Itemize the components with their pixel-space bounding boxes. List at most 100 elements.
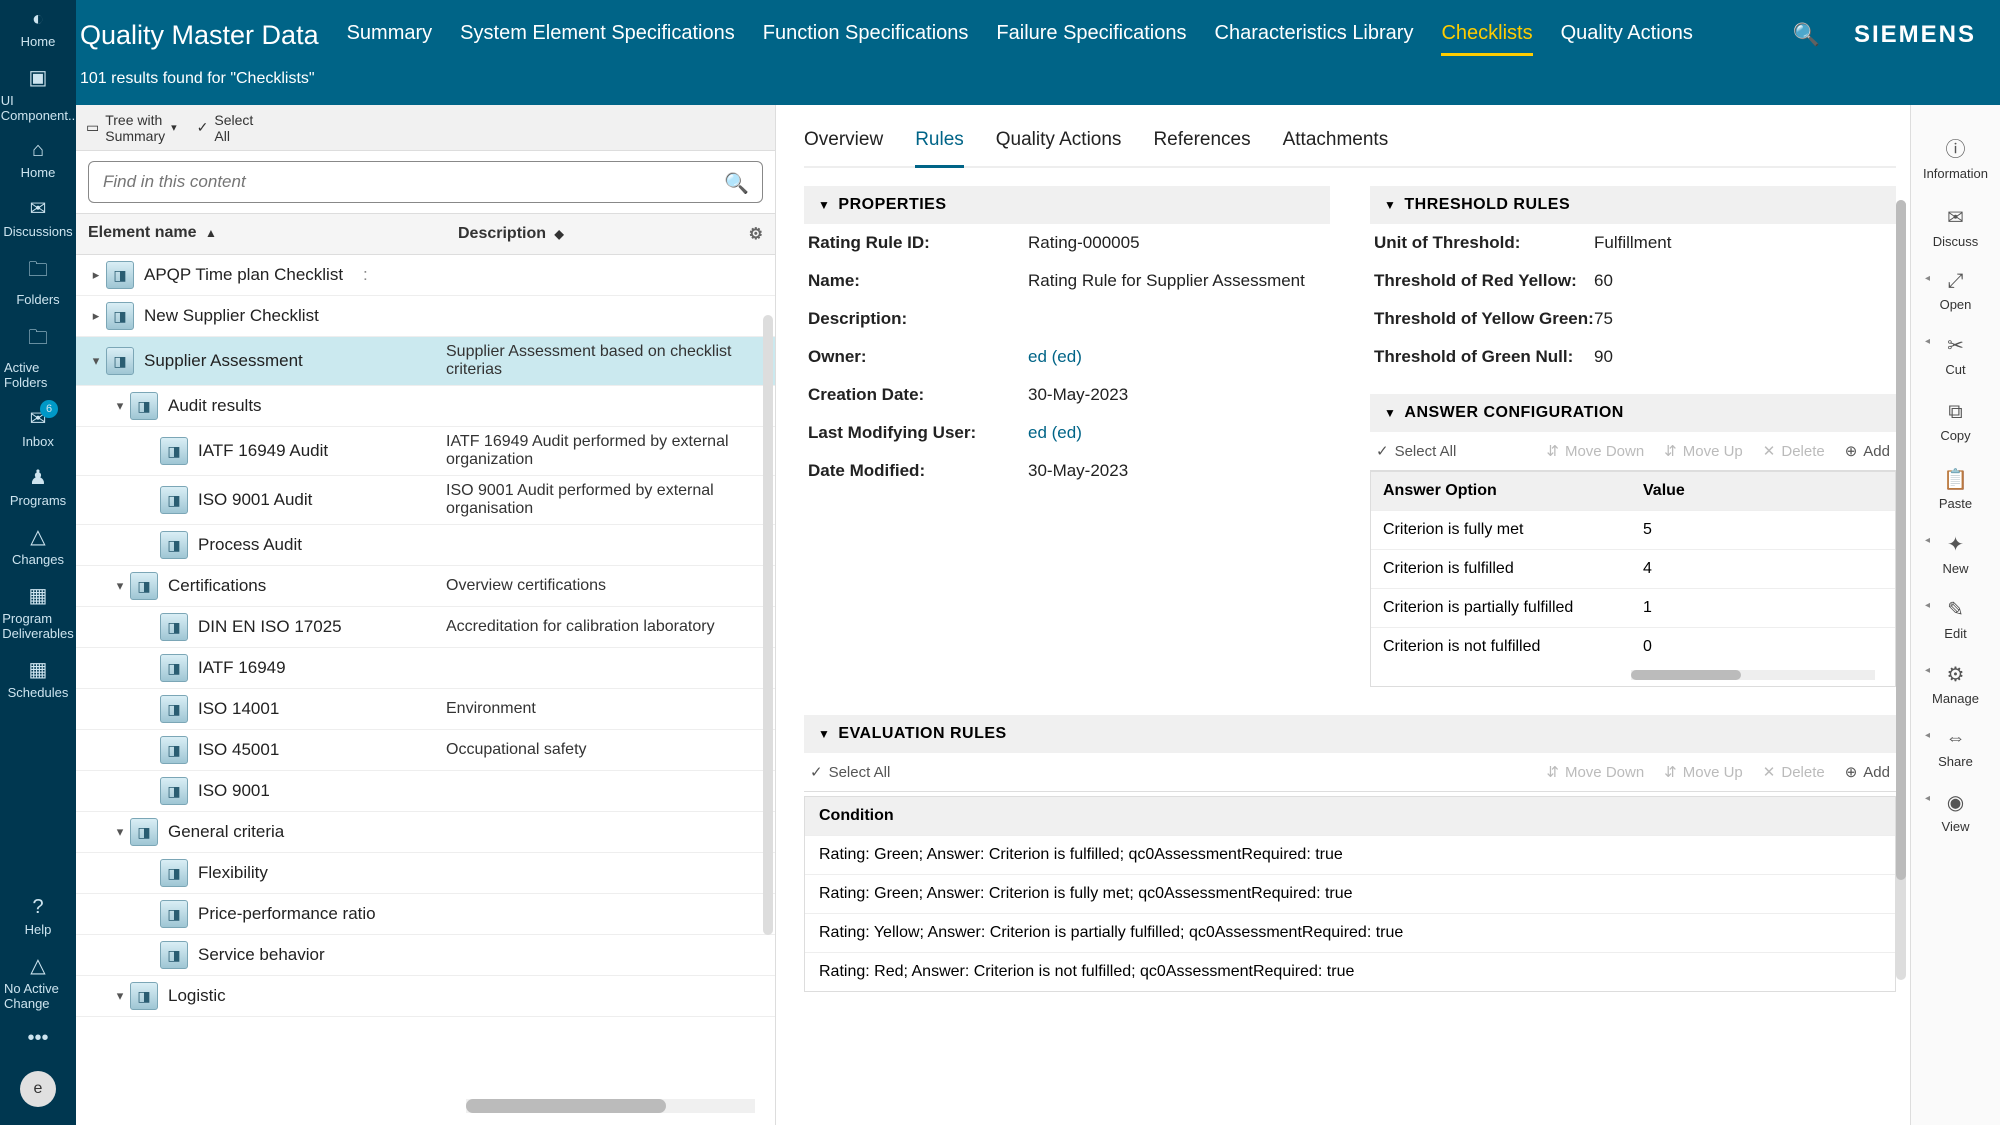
rail-active-folders[interactable]: 🗀Active Folders xyxy=(0,315,76,398)
rail-home[interactable]: ⌂Home xyxy=(0,131,76,188)
tree-row[interactable]: ▾◨Audit results xyxy=(76,386,775,427)
chevron-icon[interactable]: ▾ xyxy=(110,824,130,840)
section-threshold[interactable]: ▼THRESHOLD RULES xyxy=(1370,186,1896,224)
rr-manage[interactable]: ◂⚙Manage xyxy=(1911,653,2000,718)
property-value[interactable]: ed (ed) xyxy=(1028,423,1082,443)
col-condition[interactable]: Condition xyxy=(805,797,1895,835)
section-answer-config[interactable]: ▼ANSWER CONFIGURATION xyxy=(1370,394,1896,432)
col-description[interactable]: Description ◆⚙ xyxy=(446,214,775,254)
eval-row[interactable]: Rating: Red; Answer: Criterion is not fu… xyxy=(805,952,1895,991)
rail-schedules[interactable]: ▦Schedules xyxy=(0,649,76,708)
select-all-button[interactable]: ✓ Select All xyxy=(1376,442,1456,460)
tree-row[interactable]: ▸◨APQP Time plan Checklist: xyxy=(76,255,775,296)
rr-new[interactable]: ◂✦New xyxy=(1911,523,2000,588)
delete-button[interactable]: ✕ Delete xyxy=(1763,763,1825,781)
chevron-icon[interactable]: ▾ xyxy=(110,578,130,594)
tree-row[interactable]: ◨ISO 9001 xyxy=(76,771,775,812)
add-button[interactable]: ⊕ Add xyxy=(1845,442,1890,460)
tree-row[interactable]: ◨Flexibility xyxy=(76,853,775,894)
horizontal-scrollbar[interactable] xyxy=(1631,670,1875,680)
rail-program-deliverables[interactable]: ▦Program Deliverables xyxy=(0,575,76,649)
col-element-name[interactable]: Element name ▲ xyxy=(76,214,446,254)
answer-row[interactable]: Criterion is not fulfilled0 xyxy=(1371,627,1895,666)
rr-paste[interactable]: 📋Paste xyxy=(1911,455,2000,523)
move-up-button[interactable]: ⇵ Move Up xyxy=(1664,442,1743,460)
col-value[interactable]: Value xyxy=(1631,472,1895,510)
horizontal-scrollbar[interactable] xyxy=(466,1099,755,1113)
rail-folders[interactable]: 🗀Folders xyxy=(0,247,76,315)
rr-copy[interactable]: ⧉Copy xyxy=(1911,389,2000,455)
rail-ui-component-[interactable]: ▣UI Component.. xyxy=(0,57,76,131)
tree-row[interactable]: ◨ISO 9001 AuditISO 9001 Audit performed … xyxy=(76,476,775,525)
rr-edit[interactable]: ◂✎Edit xyxy=(1911,588,2000,653)
tree-row[interactable]: ▸◨New Supplier Checklist xyxy=(76,296,775,337)
tree-row[interactable]: ▾◨Logistic xyxy=(76,976,775,1017)
rail-changes[interactable]: △Changes xyxy=(0,516,76,575)
answer-row[interactable]: Criterion is partially fulfilled1 xyxy=(1371,588,1895,627)
search-icon[interactable]: 🔍 xyxy=(1793,22,1820,48)
tree-summary-toggle[interactable]: ▭Tree withSummary▾ xyxy=(86,112,177,144)
move-down-button[interactable]: ⇵ Move Down xyxy=(1546,442,1644,460)
tab-quality-actions[interactable]: Quality Actions xyxy=(996,123,1122,166)
property-value[interactable]: ed (ed) xyxy=(1028,347,1082,367)
chevron-icon[interactable]: ▾ xyxy=(110,988,130,1004)
chevron-icon[interactable]: ▸ xyxy=(86,267,106,283)
eval-row[interactable]: Rating: Yellow; Answer: Criterion is par… xyxy=(805,913,1895,952)
select-all-button[interactable]: ✓ Select All xyxy=(810,763,890,781)
vertical-scrollbar[interactable] xyxy=(1896,200,1906,980)
add-button[interactable]: ⊕ Add xyxy=(1845,763,1890,781)
top-nav-failure-specifications[interactable]: Failure Specifications xyxy=(996,14,1186,56)
tree-row[interactable]: ◨ISO 45001Occupational safety xyxy=(76,730,775,771)
tab-attachments[interactable]: Attachments xyxy=(1283,123,1389,166)
tab-references[interactable]: References xyxy=(1153,123,1250,166)
chevron-icon[interactable]: ▾ xyxy=(86,353,106,369)
delete-button[interactable]: ✕ Delete xyxy=(1763,442,1825,460)
tree-row[interactable]: ◨DIN EN ISO 17025Accreditation for calib… xyxy=(76,607,775,648)
tree-row[interactable]: ◨IATF 16949 AuditIATF 16949 Audit perfor… xyxy=(76,427,775,476)
top-nav-function-specifications[interactable]: Function Specifications xyxy=(763,14,969,56)
rr-open[interactable]: ◂⤢Open xyxy=(1911,261,2000,324)
rr-cut[interactable]: ◂✂Cut xyxy=(1911,324,2000,389)
rr-view[interactable]: ◂◉View xyxy=(1911,781,2000,846)
tab-rules[interactable]: Rules xyxy=(915,123,964,168)
tree-row[interactable]: ◨Price-performance ratio xyxy=(76,894,775,935)
search-input[interactable] xyxy=(88,161,763,203)
avatar[interactable]: e xyxy=(20,1071,56,1107)
tab-overview[interactable]: Overview xyxy=(804,123,883,166)
eval-row[interactable]: Rating: Green; Answer: Criterion is fulf… xyxy=(805,835,1895,874)
vertical-scrollbar[interactable] xyxy=(763,315,773,935)
top-nav-characteristics-library[interactable]: Characteristics Library xyxy=(1215,14,1414,56)
answer-row[interactable]: Criterion is fulfilled4 xyxy=(1371,549,1895,588)
tree-row[interactable]: ◨ISO 14001Environment xyxy=(76,689,775,730)
tree-row[interactable]: ▾◨Supplier AssessmentSupplier Assessment… xyxy=(76,337,775,386)
rail-more[interactable]: ••• xyxy=(0,1019,76,1061)
tree-row[interactable]: ◨Service behavior xyxy=(76,935,775,976)
rr-information[interactable]: ⓘInformation xyxy=(1911,121,2000,193)
tree-row[interactable]: ▾◨CertificationsOverview certifications xyxy=(76,566,775,607)
move-up-button[interactable]: ⇵ Move Up xyxy=(1664,763,1743,781)
top-nav-checklists[interactable]: Checklists xyxy=(1441,14,1532,56)
section-properties[interactable]: ▼PROPERTIES xyxy=(804,186,1330,224)
tree-row[interactable]: ▾◨General criteria xyxy=(76,812,775,853)
top-nav-summary[interactable]: Summary xyxy=(347,14,433,56)
rr-share[interactable]: ◂⇔Share xyxy=(1911,718,2000,781)
rail-inbox[interactable]: ✉Inbox6 xyxy=(0,398,76,457)
tree-row[interactable]: ◨IATF 16949 xyxy=(76,648,775,689)
answer-row[interactable]: Criterion is fully met5 xyxy=(1371,510,1895,549)
top-nav-quality-actions[interactable]: Quality Actions xyxy=(1561,14,1693,56)
col-answer-option[interactable]: Answer Option xyxy=(1371,472,1631,510)
section-evaluation[interactable]: ▼EVALUATION RULES xyxy=(804,715,1896,753)
chevron-icon[interactable]: ▾ xyxy=(110,398,130,414)
tree-row[interactable]: ◨Process Audit xyxy=(76,525,775,566)
eval-row[interactable]: Rating: Green; Answer: Criterion is full… xyxy=(805,874,1895,913)
rail-no-active-change[interactable]: △No Active Change xyxy=(0,945,76,1019)
select-all-button[interactable]: ✓SelectAll xyxy=(197,112,254,144)
gear-icon[interactable]: ⚙ xyxy=(749,224,763,244)
search-icon[interactable]: 🔍 xyxy=(724,171,749,196)
rail-discussions[interactable]: ✉Discussions xyxy=(0,188,76,247)
chevron-icon[interactable]: ▸ xyxy=(86,308,106,324)
rail-help[interactable]: ?Help xyxy=(0,888,76,945)
rr-discuss[interactable]: ✉Discuss xyxy=(1911,193,2000,261)
rail-programs[interactable]: ♟Programs xyxy=(0,457,76,516)
top-nav-system-element-specifications[interactable]: System Element Specifications xyxy=(460,14,735,56)
